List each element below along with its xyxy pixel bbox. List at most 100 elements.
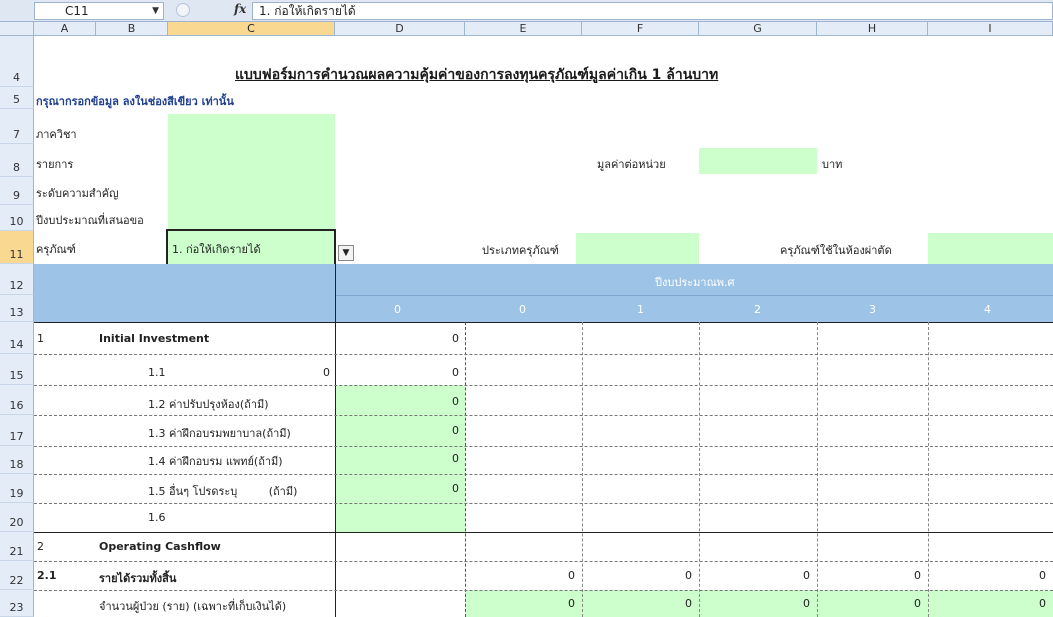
name-box-value: C11 — [65, 4, 89, 18]
cell-d19[interactable]: 0 — [335, 482, 459, 495]
row14-number: 1 — [37, 332, 44, 345]
grid-line — [34, 532, 1053, 533]
input-unit-price[interactable] — [699, 148, 817, 174]
row-header-9[interactable]: 9 — [0, 177, 34, 205]
label-equipment: ครุภัณฑ์ — [36, 243, 76, 256]
row-header-16[interactable]: 16 — [0, 385, 34, 415]
row-header-10[interactable]: 10 — [0, 205, 34, 231]
year-col-h: 3 — [869, 303, 876, 316]
cell-h22[interactable]: 0 — [817, 569, 921, 582]
row-header-11[interactable]: 11 — [0, 231, 34, 264]
cell-i22[interactable]: 0 — [928, 569, 1046, 582]
grid-line — [34, 590, 1053, 591]
table-header-left — [34, 264, 335, 322]
grid-line — [34, 561, 1053, 562]
cell-g23[interactable]: 0 — [699, 597, 810, 610]
column-header-c[interactable]: C — [168, 22, 335, 36]
row21-label: Operating Cashflow — [99, 540, 221, 553]
grid-line — [34, 354, 1053, 355]
row-header-4[interactable]: 4 — [0, 36, 34, 87]
input-department[interactable] — [168, 114, 335, 144]
cell-c15[interactable]: 0 — [168, 366, 330, 379]
cell-d18[interactable]: 0 — [335, 452, 459, 465]
select-all-corner[interactable] — [0, 22, 34, 36]
label-budget-year: ปีงบประมาณที่เสนอขอ — [36, 214, 144, 227]
row-header-8[interactable]: 8 — [0, 144, 34, 177]
cancel-icon[interactable] — [176, 3, 190, 17]
grid-line — [34, 415, 1053, 416]
label-item: รายการ — [36, 158, 74, 171]
grid-line — [335, 264, 336, 617]
cell-d16[interactable]: 0 — [335, 395, 459, 408]
row18-label: 1.4 ค่าฝึกอบรม แพทย์(ถ้ามี) — [148, 455, 283, 468]
chevron-down-icon[interactable]: ▼ — [152, 3, 159, 19]
column-header-f[interactable]: F — [582, 22, 699, 36]
row15-label: 1.1 — [148, 366, 166, 379]
column-header-e[interactable]: E — [465, 22, 582, 36]
cell-e22[interactable]: 0 — [465, 569, 575, 582]
column-header-b[interactable]: B — [96, 22, 168, 36]
label-department: ภาควิชา — [36, 128, 77, 141]
column-header-a[interactable]: A — [34, 22, 96, 36]
selected-cell-c11[interactable] — [166, 229, 336, 266]
grid-line — [34, 474, 1053, 475]
header-divider — [335, 295, 1053, 296]
row-header-14[interactable]: 14 — [0, 322, 34, 354]
row-header-15[interactable]: 15 — [0, 354, 34, 385]
cell-h23[interactable]: 0 — [817, 597, 921, 610]
cell-i23[interactable]: 0 — [928, 597, 1046, 610]
row17-label: 1.3 ค่าฝึกอบรมพยาบาล(ถ้ามี) — [148, 427, 291, 440]
row21-number: 2 — [37, 540, 44, 553]
cell-e23[interactable]: 0 — [465, 597, 575, 610]
row-header-12[interactable]: 12 — [0, 264, 34, 295]
row22-number: 2.1 — [37, 569, 57, 582]
header-budget-year: ปีงบประมาณพ.ศ — [655, 276, 735, 289]
row16-label: 1.2 ค่าปรับปรุงห้อง(ถ้ามี) — [148, 398, 269, 411]
cell-d17[interactable]: 0 — [335, 424, 459, 437]
row-header-21[interactable]: 21 — [0, 532, 34, 561]
row-header-19[interactable]: 19 — [0, 474, 34, 503]
instruction-text: กรุณากรอกข้อมูล ลงในช่องสีเขียว เท่านั้น — [36, 95, 234, 108]
label-equipment-used: ครุภัณฑ์ใช้ในห้องผ่าตัด — [780, 244, 892, 257]
grid-line — [34, 446, 1053, 447]
label-priority: ระดับความสำคัญ — [36, 187, 119, 200]
row23-label: จำนวนผู้ป่วย (ราย) (เฉพาะที่เก็บเงินได้) — [99, 600, 287, 613]
fx-icon[interactable]: fx — [234, 2, 246, 16]
input-equipment-used[interactable] — [928, 233, 1053, 264]
row-header-20[interactable]: 20 — [0, 503, 34, 532]
row-header-5[interactable]: 5 — [0, 87, 34, 109]
row-header-13[interactable]: 13 — [0, 295, 34, 322]
row-header-18[interactable]: 18 — [0, 446, 34, 474]
label-equipment-type: ประเภทครุภัณฑ์ — [482, 244, 559, 257]
cell-d15[interactable]: 0 — [335, 366, 459, 379]
row-header-22[interactable]: 22 — [0, 561, 34, 590]
row14-label: Initial Investment — [99, 332, 210, 345]
formula-bar: C11 ▼ fx 1. ก่อให้เกิดรายได้ — [0, 0, 1053, 22]
cell-f22[interactable]: 0 — [582, 569, 692, 582]
year-col-g: 2 — [754, 303, 761, 316]
cell-f23[interactable]: 0 — [582, 597, 692, 610]
grid-line — [34, 503, 1053, 504]
cell-g22[interactable]: 0 — [699, 569, 810, 582]
year-col-f: 1 — [637, 303, 644, 316]
input-item-block[interactable] — [168, 144, 335, 231]
row-header-23[interactable]: 23 — [0, 590, 34, 617]
row-header-7[interactable]: 7 — [0, 109, 34, 144]
input-equipment-type[interactable] — [576, 233, 699, 264]
column-header-i[interactable]: I — [928, 22, 1053, 36]
row-header-17[interactable]: 17 — [0, 415, 34, 446]
chevron-down-icon[interactable]: ▼ — [338, 245, 354, 261]
year-col-i: 4 — [984, 303, 991, 316]
grid-line — [34, 322, 1053, 323]
year-col-e: 0 — [519, 303, 526, 316]
row19-label: 1.5 อื่นๆ โปรดระบุ (ถ้ามี) — [148, 485, 298, 498]
label-unit-price: มูลค่าต่อหน่วย — [597, 158, 666, 171]
grid-line — [34, 385, 1053, 386]
name-box[interactable]: C11 ▼ — [34, 2, 164, 20]
column-header-d[interactable]: D — [335, 22, 465, 36]
cell-d14[interactable]: 0 — [335, 332, 459, 345]
column-header-h[interactable]: H — [817, 22, 928, 36]
formula-input[interactable]: 1. ก่อให้เกิดรายได้ — [252, 2, 1053, 20]
year-col-d: 0 — [394, 303, 401, 316]
column-header-g[interactable]: G — [699, 22, 817, 36]
